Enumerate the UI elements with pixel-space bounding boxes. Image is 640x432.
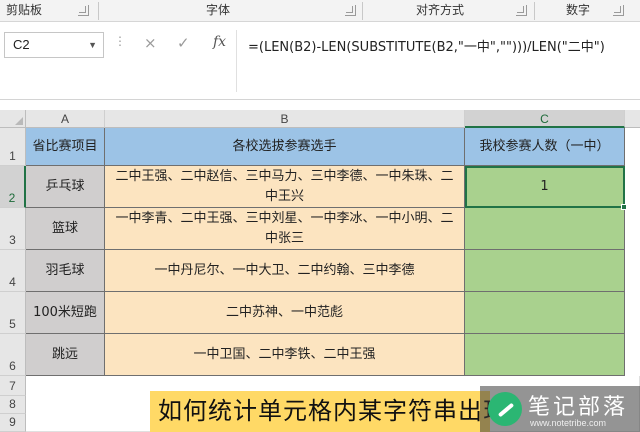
column-header-b[interactable]: B: [105, 110, 465, 128]
fill-handle[interactable]: [621, 204, 627, 210]
row-header-6[interactable]: 6: [0, 334, 26, 376]
cell-a5[interactable]: 100米短跑: [26, 292, 105, 334]
cell-b4[interactable]: 一中丹尼尔、一中大卫、二中约翰、三中李德: [105, 250, 465, 292]
cell-c3[interactable]: [465, 208, 625, 250]
row-header-3[interactable]: 3: [0, 208, 26, 250]
pen-logo-icon: [488, 392, 522, 426]
column-header-c[interactable]: C: [465, 110, 625, 128]
confirm-icon[interactable]: ✓: [177, 34, 190, 52]
formula-input[interactable]: =(LEN(B2)-LEN(SUBSTITUTE(B2,"一中","")))/L…: [248, 36, 605, 55]
alignment-launcher-icon[interactable]: [516, 5, 527, 16]
cell-c6[interactable]: [465, 334, 625, 376]
cell-c4[interactable]: [465, 250, 625, 292]
number-launcher-icon[interactable]: [613, 5, 624, 16]
ribbon-divider: [98, 2, 99, 20]
ribbon-group-number: 数字: [566, 3, 591, 17]
select-all-corner[interactable]: [0, 110, 26, 128]
row-header-2[interactable]: 2: [0, 166, 26, 208]
clipboard-launcher-icon[interactable]: [78, 5, 89, 16]
column-header-d[interactable]: [625, 110, 640, 128]
cell-a4[interactable]: 羽毛球: [26, 250, 105, 292]
ribbon-divider: [534, 2, 535, 20]
cell-b6[interactable]: 一中卫国、二中李铁、二中王强: [105, 334, 465, 376]
cancel-icon[interactable]: ×: [144, 34, 157, 52]
cell-b1[interactable]: 各校选拔参赛选手: [105, 128, 465, 166]
row-header-4[interactable]: 4: [0, 250, 26, 292]
name-box[interactable]: C2 ▼: [4, 32, 104, 58]
chevron-down-icon[interactable]: ▼: [88, 33, 97, 57]
row-header-7[interactable]: 7: [0, 376, 26, 396]
ribbon-group-clipboard: 剪贴板: [6, 3, 43, 17]
watermark-url: www.notetribe.com: [530, 418, 607, 428]
drag-handle-icon[interactable]: ⋮: [114, 34, 126, 48]
ribbon-group-bar: 剪贴板 字体 对齐方式 数字: [0, 0, 640, 22]
name-box-value: C2: [13, 37, 30, 52]
row-header-9[interactable]: 9: [0, 414, 26, 432]
cell-a3[interactable]: 篮球: [26, 208, 105, 250]
insert-function-icon[interactable]: fx: [213, 34, 226, 50]
row-header-1[interactable]: 1: [0, 128, 26, 166]
formula-bar: C2 ▼ ⋮ × ✓ fx =(LEN(B2)-LEN(SUBSTITUTE(B…: [0, 22, 640, 100]
ribbon-divider: [362, 2, 363, 20]
formula-divider: [236, 30, 237, 92]
row-header-8[interactable]: 8: [0, 396, 26, 414]
cell-b2[interactable]: 二中王强、二中赵信、三中马力、三中李德、一中朱珠、二中王兴: [105, 166, 465, 208]
cell-a2[interactable]: 乒乓球: [26, 166, 105, 208]
cell-c5[interactable]: [465, 292, 625, 334]
ribbon-group-font: 字体: [206, 3, 231, 17]
cell-c1[interactable]: 我校参赛人数（一中）: [465, 128, 625, 166]
cell-a6[interactable]: 跳远: [26, 334, 105, 376]
font-launcher-icon[interactable]: [345, 5, 356, 16]
caption-banner: 如何统计单元格内某字符串出现: [150, 391, 490, 432]
row-header-5[interactable]: 5: [0, 292, 26, 334]
cell-c2[interactable]: 1: [465, 166, 625, 208]
ribbon-group-alignment: 对齐方式: [416, 3, 465, 17]
cell-b5[interactable]: 二中苏神、一中范彪: [105, 292, 465, 334]
cell-b3[interactable]: 一中李青、二中王强、三中刘星、一中李冰、一中小明、二中张三: [105, 208, 465, 250]
watermark-title: 笔记部落: [528, 395, 629, 420]
watermark: 笔记部落 www.notetribe.com: [480, 386, 640, 432]
cell-a1[interactable]: 省比赛项目: [26, 128, 105, 166]
column-header-a[interactable]: A: [26, 110, 105, 128]
